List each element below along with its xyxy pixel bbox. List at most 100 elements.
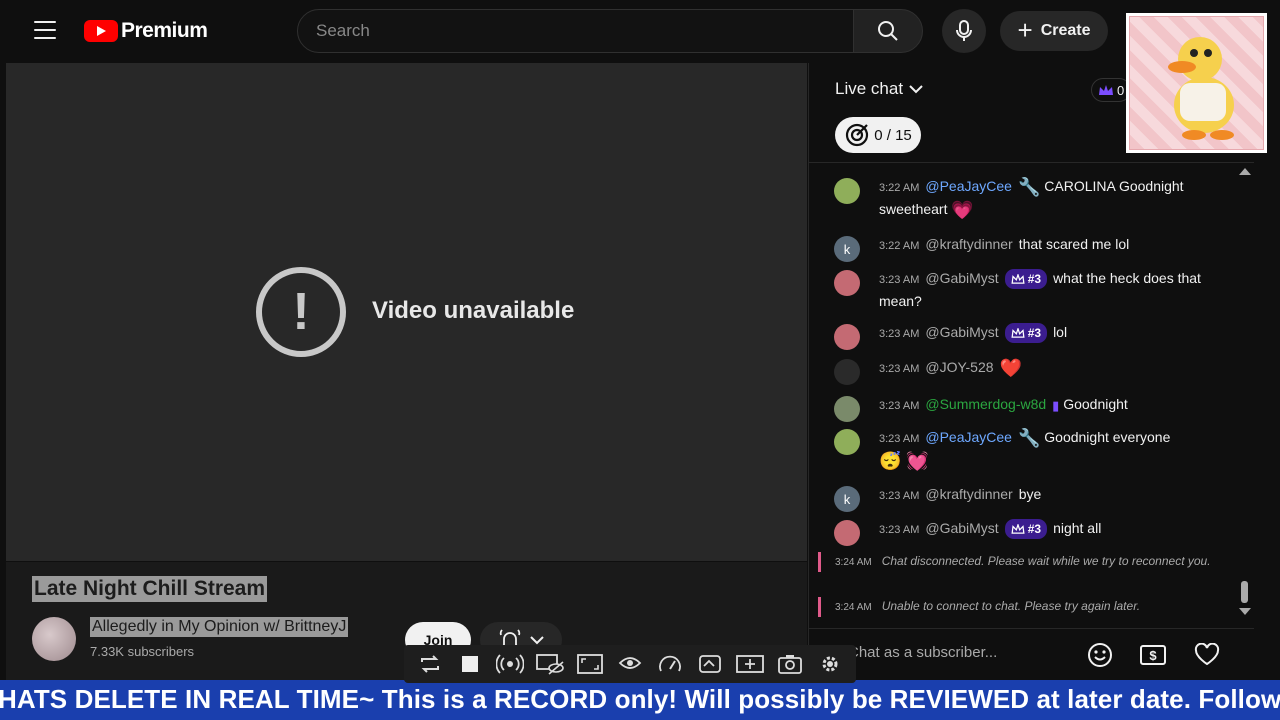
video-player[interactable]: ! Video unavailable [6,63,807,561]
scrolling-ticker: HATS DELETE IN REAL TIME~ This is a RECO… [0,680,1280,720]
message-author[interactable]: @JOY-528 [925,359,993,375]
chat-message: 3:23 AM @GabiMyst #3 what the heck does tha… [834,268,1214,312]
system-message-text: Chat disconnected. Please wait while we … [881,554,1211,568]
channel-avatar[interactable] [32,617,76,661]
top-fans-pill[interactable]: 0 [1091,78,1131,102]
subscriber-count: 7.33K subscribers [90,644,195,659]
chat-message: k 3:23 AM @kraftydinner bye [834,484,1214,512]
system-message-text: Unable to connect to chat. Please try ag… [881,599,1141,613]
chat-input-field[interactable] [848,644,1048,661]
scroll-up-arrow[interactable] [1239,168,1251,175]
menu-icon[interactable] [34,21,56,39]
goal-progress: 0 / 15 [874,126,912,144]
search-icon [878,21,898,41]
search-input[interactable] [316,21,853,41]
youtube-logo[interactable]: Premium [84,19,208,43]
search-button[interactable] [853,9,923,53]
wrench-icon: 🔧 [1017,427,1041,448]
message-emoji: 😴 💓 [879,450,929,471]
svg-text:$: $ [1149,648,1157,663]
chat-message: 3:23 AM @PeaJayCee 🔧 Goodnight everyone 😴 💓 [834,427,1214,472]
badge-icon: ▮ [1052,397,1060,413]
super-chat-button[interactable]: $ [1136,638,1170,672]
crown-icon [1011,328,1025,339]
broadcast-icon[interactable] [496,650,524,678]
chat-input[interactable] [848,644,1048,661]
message-time: 3:24 AM [835,557,872,568]
message-author[interactable]: @kraftydinner [925,486,1012,502]
video-unavailable-message: Video unavailable [372,297,575,324]
speed-icon[interactable] [656,650,684,678]
channel-name[interactable]: Allegedly in My Opinion w/ BrittneyJ [90,617,349,637]
member-badge: #3 [1004,323,1048,344]
gear-icon[interactable] [816,650,844,678]
avatar: k [834,486,860,512]
message-text: bye [1018,486,1042,502]
message-time: 3:22 AM [879,182,920,194]
goal-pill[interactable]: 0 / 15 [835,117,921,153]
message-author[interactable]: @GabiMyst [925,324,998,340]
system-message: 3:24 AM Chat disconnected. Please wait wh… [818,552,1218,572]
member-badge: #3 [1004,269,1048,290]
dollar-icon: $ [1140,645,1166,665]
avatar [834,359,860,385]
hide-overlay-icon[interactable] [536,650,564,678]
smiley-icon [1088,643,1112,667]
streamer-overlay-image [1126,13,1267,153]
heart-icon [1194,643,1220,666]
message-text: that scared me lol [1018,236,1130,252]
message-author[interactable]: @GabiMyst [925,270,998,286]
message-author[interactable]: @kraftydinner [925,236,1012,252]
message-author[interactable]: @GabiMyst [925,520,998,536]
message-author[interactable]: @Summerdog-w8d [925,396,1046,412]
chevron-down-icon [530,636,544,645]
chat-message: 3:23 AM @Summerdog-w8d ▮ Goodnight [834,394,1214,422]
chat-message-list[interactable]: 3:22 AM @PeaJayCee 🔧 CAROLINA Goodnight sw… [808,164,1254,620]
message-emoji: 💗 [951,199,974,220]
message-time: 3:23 AM [879,274,920,286]
message-time: 3:23 AM [879,363,920,375]
enhance-icon[interactable] [736,650,764,678]
crown-icon [1099,85,1113,95]
eye-slider-icon[interactable] [696,650,724,678]
system-message: 3:24 AM Unable to connect to chat. Please… [818,597,1218,617]
duck-character-image [1129,16,1264,150]
message-text: Goodnight [1063,396,1128,412]
scroll-down-arrow[interactable] [1239,608,1251,615]
eye-settings-icon[interactable] [616,650,644,678]
voice-search-button[interactable] [942,9,986,53]
crown-icon [1011,524,1025,535]
avatar [834,178,860,204]
chat-message: k 3:22 AM @kraftydinner that scared me lol [834,234,1214,262]
scrollbar-thumb[interactable] [1241,581,1248,603]
wrench-icon: 🔧 [1017,176,1041,197]
message-time: 3:23 AM [879,524,920,536]
search-field[interactable] [297,9,854,53]
message-time: 3:23 AM [879,433,920,445]
message-author[interactable]: @PeaJayCee [925,178,1012,194]
chat-mode-selector[interactable]: Live chat [835,79,923,99]
message-text: lol [1053,324,1068,340]
video-title: Late Night Chill Stream [32,576,268,602]
stop-icon[interactable] [456,650,484,678]
heart-button[interactable] [1190,638,1224,672]
chat-message: 3:23 AM @GabiMyst #3 night all [834,518,1214,546]
avatar [834,520,860,546]
fullscreen-icon[interactable] [576,650,604,678]
emoji-button[interactable] [1083,638,1117,672]
screenshot-icon[interactable] [776,650,804,678]
message-time: 3:24 AM [835,602,872,613]
create-button[interactable]: + Create [1000,11,1108,51]
message-time: 3:23 AM [879,490,920,502]
ticker-text: HATS DELETE IN REAL TIME~ This is a RECO… [0,684,1280,714]
chat-message: 3:22 AM @PeaJayCee 🔧 CAROLINA Goodnight sw… [834,176,1214,221]
plus-icon: + [1017,14,1033,45]
loop-icon[interactable] [416,650,444,678]
avatar [834,396,860,422]
avatar [834,429,860,455]
chat-message: 3:23 AM @JOY-528 ❤️ [834,357,1214,385]
message-author[interactable]: @PeaJayCee [925,429,1012,445]
microphone-icon [956,20,972,41]
avatar [834,324,860,350]
message-time: 3:22 AM [879,240,920,252]
